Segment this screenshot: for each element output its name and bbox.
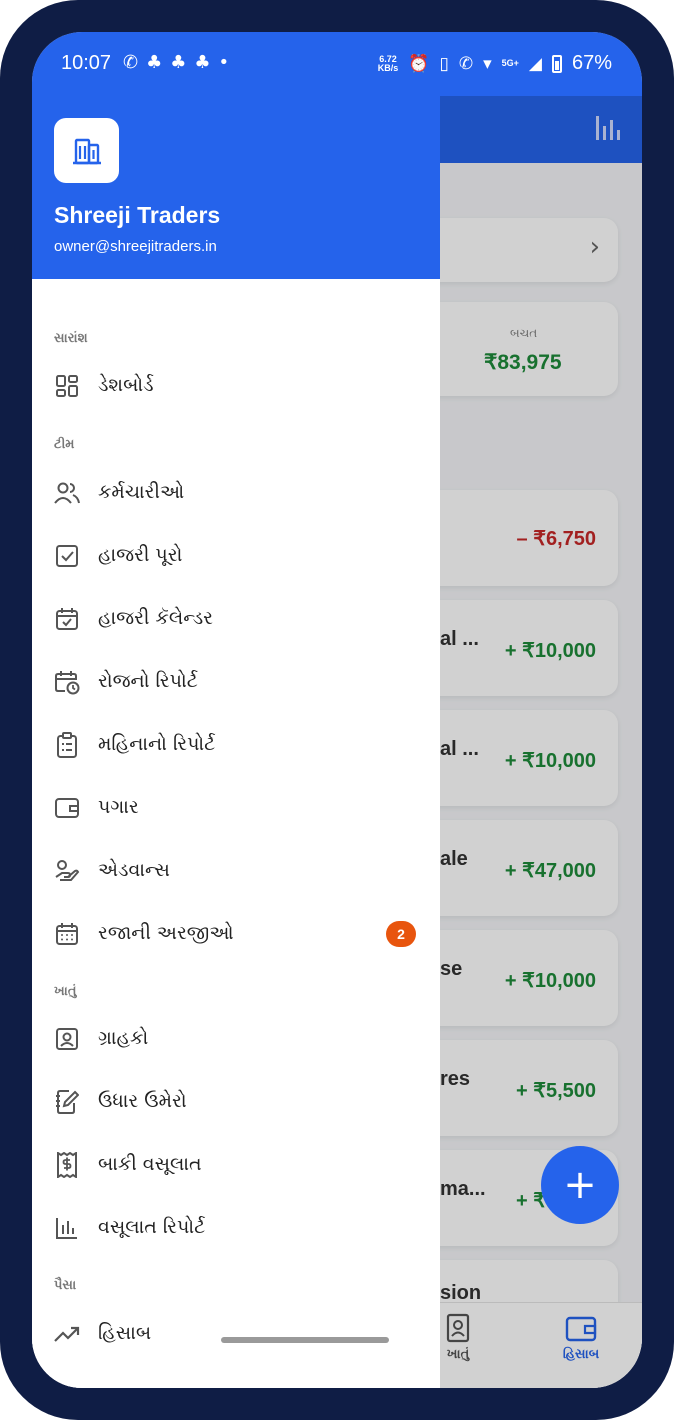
building-icon [72,138,101,164]
network-type: 5G+ [501,58,519,68]
alarm-icon: ⏰ [408,53,430,73]
section-money: પૈસા [54,1278,77,1293]
menu-item-label: હાજરી કૅલેન્ડર [98,607,213,629]
menu-item-label: હાજરી પૂરો [98,544,183,566]
calendar-check-icon [54,606,80,632]
menu-item-leave-requests[interactable]: રજાની અરજીઓ 2 [32,905,440,963]
clipboard-list-icon [54,732,80,758]
business-name: Shreeji Traders [54,202,221,228]
home-indicator[interactable] [221,1337,389,1343]
status-right: 6.72 KB/s ⏰ ▯ ✆ ▾ 5G+ ◢ 67% [378,52,612,75]
snapchat-icon: ♣ [194,52,219,73]
snapchat-icon: ♣ [146,52,171,73]
dashboard-icon [54,373,80,399]
hand-coins-icon [54,858,80,884]
menu-item-mark-attendance[interactable]: હાજરી પૂરો [32,527,440,585]
net-speed: 6.72 KB/s [377,54,399,73]
menu-item-accounts[interactable]: હિસાબ [32,1305,440,1363]
menu-item-advance[interactable]: એડવાન્સ [32,842,440,900]
menu-item-label: બાકી વસૂલાત [98,1153,202,1175]
business-logo [54,118,119,183]
signal-icon: ◢ [528,53,542,73]
menu-item-customers[interactable]: ગ્રાહકો [32,1010,440,1068]
wallet-icon [54,795,80,821]
leave-count-badge: 2 [386,921,416,947]
contact-card-icon [54,1026,80,1052]
menu-item-label: પગાર [98,796,139,818]
section-summary: સારાંશ [54,331,88,346]
menu-item-pending-collection[interactable]: બાકી વસૂલાત [32,1136,440,1194]
menu-item-dashboard[interactable]: ડેશબોર્ડ [32,357,440,415]
plus-icon: + [563,1162,597,1208]
menu-item-employees[interactable]: કર્મચારીઓ [32,464,440,522]
calendar-icon [54,921,80,947]
business-email: owner@shreejitraders.in [54,238,217,255]
battery-icon [551,54,562,73]
menu-item-label: ઉધાર ઉમેરો [98,1090,187,1112]
bar-chart-icon [54,1215,80,1241]
whatsapp-icon: ✆ [123,52,147,73]
status-time: 10:07 [61,52,112,74]
trending-up-icon [54,1321,80,1347]
menu-item-label: હિસાબ [98,1322,152,1344]
receipt-icon [54,1152,80,1178]
menu-item-label: વસૂલાત રિપોર્ટ [98,1216,206,1238]
users-icon [54,480,80,506]
menu-item-label: કર્મચારીઓ [98,481,185,503]
menu-item-add-credit[interactable]: ઉધાર ઉમેરો [32,1073,440,1131]
menu-item-label: એડવાન્સ [98,859,170,881]
drawer-header: Shreeji Traders owner@shreejitraders.in [32,96,440,279]
menu-item-daily-report[interactable]: રોજનો રિપોર્ટ [32,653,440,711]
add-fab-button[interactable]: + [541,1146,619,1224]
menu-item-label: ડેશબોર્ડ [98,374,154,396]
section-account: ખાતું [54,984,77,999]
calendar-clock-icon [54,669,80,695]
menu-item-label: ગ્રાહકો [98,1027,149,1049]
wifi-icon: ▾ [483,53,492,73]
notification-icons: ✆♣♣♣• [123,52,237,73]
menu-item-collection-report[interactable]: વસૂલાત રિપોર્ટ [32,1199,440,1257]
net-speed-unit: KB/s [377,62,399,73]
menu-item-attendance-calendar[interactable]: હાજરી કૅલેન્ડર [32,590,440,648]
section-team: ટીમ [54,437,75,452]
menu-item-salary[interactable]: પગાર [32,779,440,837]
status-dot: • [218,52,238,73]
snapchat-icon: ♣ [170,52,195,73]
phone-frame: 10:07 ✆♣♣♣• 6.72KB/s ⏰ ▯ ✆ ▾ 5G+ ◢ 67% [0,0,674,1420]
menu-item-monthly-report[interactable]: મહિનાનો રિપોર્ટ [32,716,440,774]
status-bar: 10:07 ✆♣♣♣• 6.72 KB/s ⏰ ▯ ✆ ▾ 5G+ ◢ 67% [32,32,642,96]
battery-level: 67% [571,52,612,74]
notebook-pen-icon [54,1089,80,1115]
menu-item-label: મહિનાનો રિપોર્ટ [98,733,216,755]
navigation-drawer: Shreeji Traders owner@shreejitraders.in … [32,96,440,1388]
screen: 10:07 ✆♣♣♣• 6.72KB/s ⏰ ▯ ✆ ▾ 5G+ ◢ 67% [32,32,642,1388]
wifi-call-icon: ✆ [458,53,474,73]
vibrate-icon: ▯ [439,53,449,73]
menu-item-label: રોજનો રિપોર્ટ [98,670,198,692]
checkbox-icon [54,543,80,569]
menu-item-label: રજાની અરજીઓ [98,922,234,944]
